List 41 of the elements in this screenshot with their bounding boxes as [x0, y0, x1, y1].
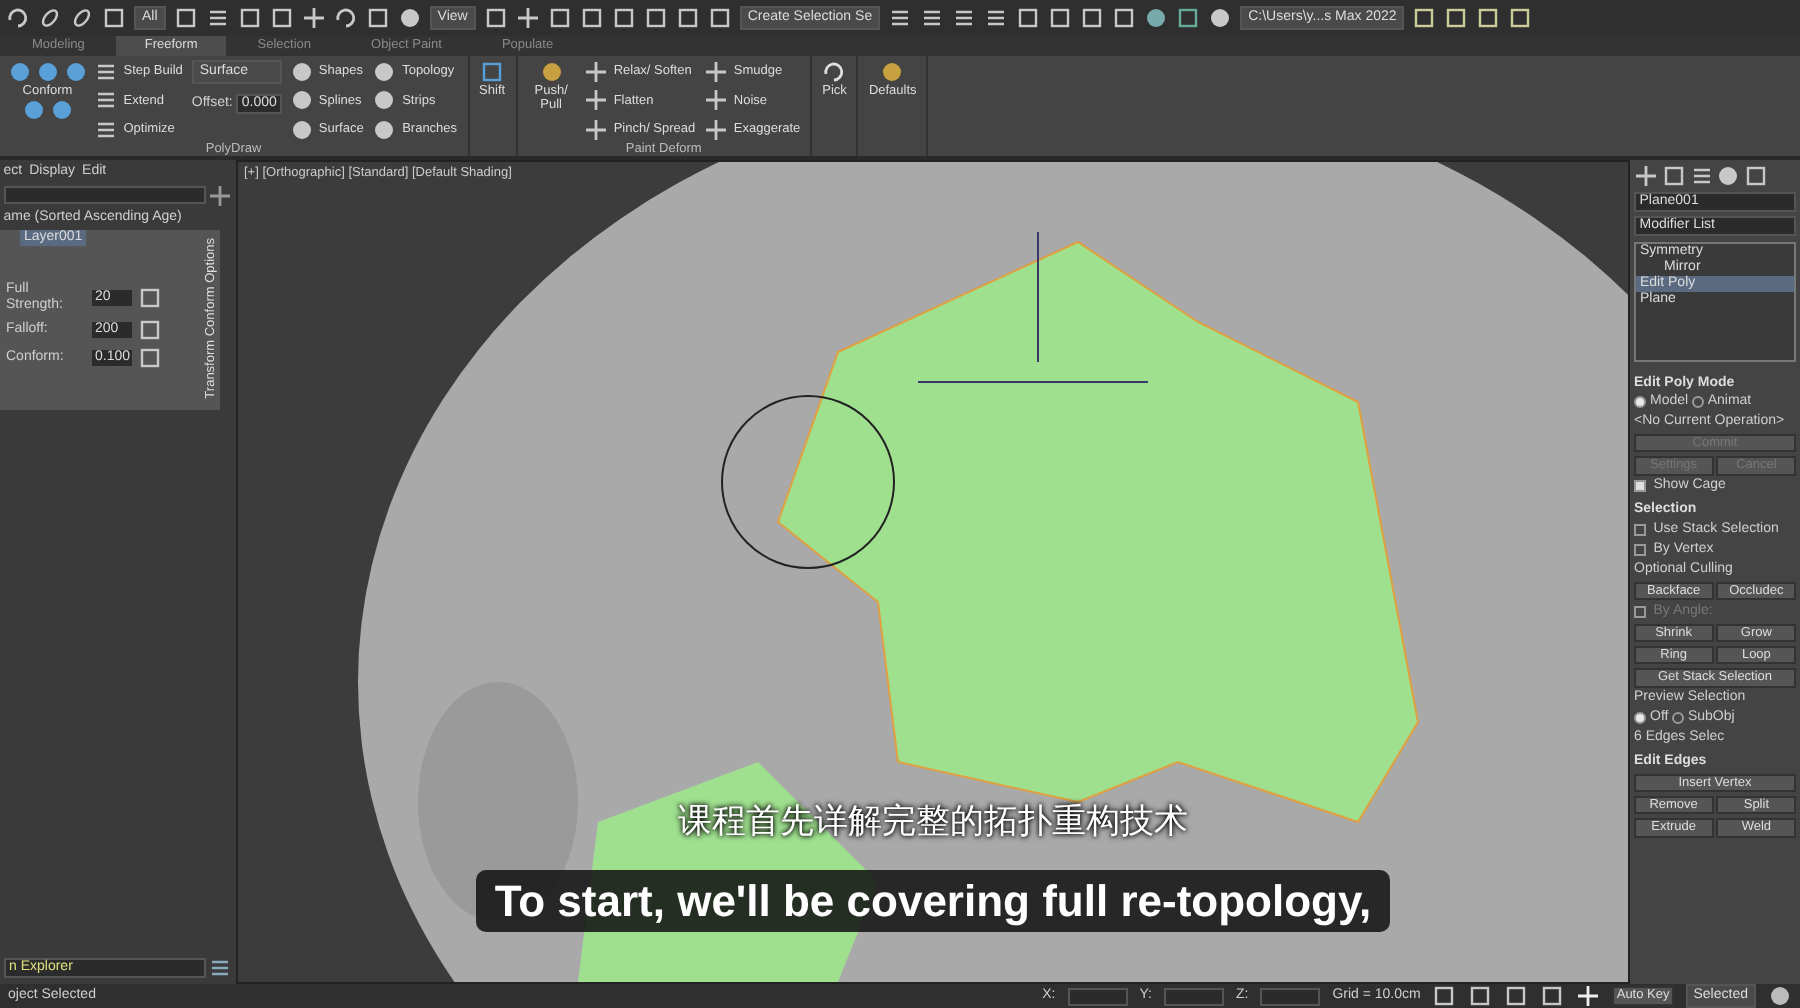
search-field[interactable]: [3, 186, 205, 205]
tool-icon[interactable]: [94, 117, 118, 142]
checkbox[interactable]: [1634, 480, 1646, 493]
topology-tool-icon[interactable]: [372, 117, 397, 142]
subtitle-text: To start, we'll be covering full re-topology,: [476, 870, 1390, 933]
deform-tool-icon[interactable]: [704, 88, 729, 113]
pick-icon[interactable]: [822, 60, 847, 84]
coordinate-field[interactable]: [1067, 987, 1128, 1005]
deform-tool-icon[interactable]: [704, 60, 729, 84]
tool-icon[interactable]: [94, 88, 118, 113]
shape-tool-icon[interactable]: [289, 117, 314, 142]
sphere-icon[interactable]: [63, 60, 87, 84]
topology-tool-icon[interactable]: [372, 88, 397, 113]
shape-tool-icon[interactable]: [289, 60, 314, 84]
sphere-icon[interactable]: [8, 60, 32, 84]
checkbox[interactable]: [1634, 524, 1646, 537]
create-icon[interactable]: [1634, 164, 1658, 188]
coordinate-field[interactable]: [1163, 987, 1224, 1005]
move-icon[interactable]: [301, 6, 326, 30]
shape-tool-icon[interactable]: [289, 88, 314, 113]
radio-button[interactable]: [1691, 396, 1704, 409]
close-icon[interactable]: [208, 183, 233, 208]
deform-tool-icon[interactable]: [584, 117, 609, 142]
tool-icon[interactable]: [94, 60, 118, 84]
rotate-icon[interactable]: [333, 6, 358, 30]
radio-button[interactable]: [1671, 712, 1684, 725]
deform-tool-icon[interactable]: [584, 88, 609, 113]
checkbox[interactable]: [1634, 544, 1646, 557]
coordinate-field[interactable]: [1260, 987, 1321, 1005]
deform-tool-icon[interactable]: [584, 60, 609, 84]
topology-tool-icon[interactable]: [372, 60, 397, 84]
sphere-icon[interactable]: [21, 98, 46, 123]
deform-tool-icon[interactable]: [704, 117, 729, 142]
radio-button[interactable]: [1634, 396, 1646, 409]
radio-button[interactable]: [1634, 712, 1646, 725]
subtitle-text: 课程首先详解完整的拓扑重构技术: [678, 802, 1188, 840]
link-icon[interactable]: [38, 6, 62, 30]
sphere-icon[interactable]: [35, 60, 60, 84]
sphere-icon[interactable]: [49, 98, 74, 123]
unlink-icon[interactable]: [70, 6, 94, 30]
redo-icon[interactable]: [6, 6, 30, 30]
